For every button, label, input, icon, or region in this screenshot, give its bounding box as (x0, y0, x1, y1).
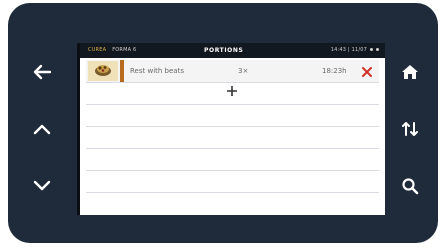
status-dot-icon (370, 48, 373, 51)
row-divider (86, 192, 379, 193)
dish-icon (94, 61, 112, 81)
status-brand: CUREA (88, 47, 107, 53)
chevron-up-icon (33, 123, 51, 135)
add-portion-button[interactable] (225, 84, 239, 98)
device-frame: CUREA FORMA 6 PORTIONS 14:43 | 11/07 Res… (8, 3, 438, 243)
plus-icon (226, 82, 238, 101)
row-divider (86, 148, 379, 149)
status-right: 14:43 | 11/07 (331, 43, 379, 58)
search-button[interactable] (394, 170, 426, 202)
home-icon (401, 64, 419, 80)
home-button[interactable] (394, 56, 426, 88)
status-left: CUREA FORMA 6 (88, 43, 136, 58)
row-divider (86, 104, 379, 105)
status-clock: 14:43 | 11/07 (330, 47, 367, 53)
portion-time: 18:23h (322, 67, 347, 75)
dish-thumbnail (88, 61, 118, 81)
screen: CUREA FORMA 6 PORTIONS 14:43 | 11/07 Res… (80, 43, 385, 215)
portion-accent (120, 60, 124, 82)
scroll-up-button[interactable] (26, 113, 58, 145)
status-program: FORMA 6 (112, 47, 137, 53)
chevron-down-icon (33, 180, 51, 192)
sort-icon (401, 120, 419, 138)
status-bar: CUREA FORMA 6 PORTIONS 14:43 | 11/07 (80, 43, 385, 58)
close-icon (362, 62, 372, 81)
portion-quantity: 3× (238, 67, 249, 75)
scroll-down-button[interactable] (26, 170, 58, 202)
row-divider (86, 126, 379, 127)
list-item[interactable]: Rest with beats 3× 18:23h (86, 60, 379, 83)
row-divider (86, 170, 379, 171)
delete-button[interactable] (361, 65, 373, 77)
search-icon (401, 177, 419, 195)
status-dot-icon (376, 48, 379, 51)
sort-button[interactable] (394, 113, 426, 145)
arrow-left-icon (32, 64, 52, 80)
portion-name: Rest with beats (130, 67, 184, 75)
page-title: PORTIONS (204, 47, 244, 54)
back-button[interactable] (26, 56, 58, 88)
